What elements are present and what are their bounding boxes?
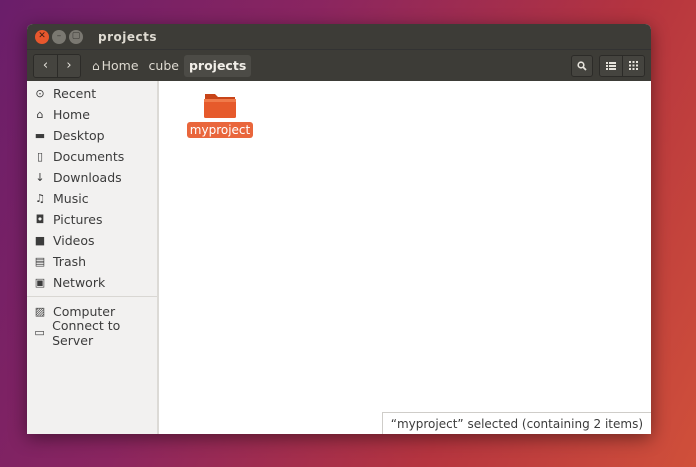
document-icon: ▯	[36, 150, 44, 163]
sidebar-item-connect-to-server[interactable]: ▭ Connect to Server	[27, 318, 158, 348]
sidebar-item-label: Home	[53, 107, 90, 122]
sidebar-item-label: Downloads	[53, 170, 122, 185]
view-toggle	[599, 54, 645, 77]
breadcrumb-label: Home	[101, 58, 139, 73]
grid-view-button[interactable]	[622, 55, 644, 76]
computer-icon: ▨	[34, 305, 46, 318]
sidebar-item-pictures[interactable]: ◘ Pictures	[27, 209, 158, 230]
sidebar-item-documents[interactable]: ▯ Documents	[27, 146, 158, 167]
sidebar-item-label: Documents	[53, 149, 125, 164]
minimize-icon: –	[56, 31, 62, 41]
maximize-button[interactable]: ▢	[69, 29, 83, 44]
close-button[interactable]: ✕	[35, 29, 49, 44]
maximize-icon: ▢	[71, 31, 81, 41]
status-text: “myproject” selected (containing 2 items…	[390, 416, 643, 431]
download-icon: ↓	[35, 171, 45, 184]
sidebar-item-desktop[interactable]: ▬ Desktop	[27, 125, 158, 146]
home-icon: ⌂	[36, 108, 44, 121]
list-icon	[606, 61, 616, 70]
folder-item[interactable]: myproject	[186, 91, 254, 138]
sidebar-item-home[interactable]: ⌂ Home	[27, 104, 158, 125]
breadcrumb-home[interactable]: ⌂ Home	[87, 55, 144, 77]
trash-icon: ▤	[34, 255, 46, 268]
sidebar-item-label: Trash	[53, 254, 87, 269]
home-icon: ⌂	[92, 58, 100, 73]
chevron-left-icon: ‹	[42, 58, 49, 73]
window-title: projects	[98, 29, 157, 44]
sidebar-item-label: Connect to Server	[52, 317, 121, 348]
file-view[interactable]: myproject “myproject” selected (containi…	[159, 81, 651, 434]
folder-icon	[204, 94, 236, 118]
camera-icon: ◘	[35, 213, 45, 226]
breadcrumb-label: projects	[188, 58, 247, 73]
search-icon	[577, 60, 587, 71]
server-icon: ▭	[34, 326, 45, 339]
sidebar-item-label: Videos	[53, 233, 95, 248]
clock-icon: ⊙	[35, 87, 45, 100]
folder-icon: ▬	[34, 129, 46, 142]
breadcrumb-projects[interactable]: projects	[183, 54, 252, 77]
back-button[interactable]: ‹	[34, 54, 57, 77]
toolbar: ‹ › ⌂ Home cube projects	[27, 49, 651, 81]
sidebar-item-label: Desktop	[53, 128, 105, 143]
sidebar-item-label: Network	[53, 275, 106, 290]
network-icon: ▣	[34, 276, 46, 289]
title-bar[interactable]: ✕ – ▢ projects	[27, 24, 651, 49]
grid-icon	[629, 61, 638, 70]
file-manager-window: ✕ – ▢ projects ‹ › ⌂ Home cube projects	[27, 24, 651, 434]
breadcrumb: ⌂ Home cube projects	[87, 54, 252, 77]
sidebar-item-label: Recent	[53, 86, 97, 101]
sidebar-item-videos[interactable]: ■ Videos	[27, 230, 158, 251]
video-icon: ■	[34, 234, 46, 247]
search-button[interactable]	[571, 54, 593, 77]
folder-name: myproject	[186, 122, 254, 138]
breadcrumb-label: cube	[148, 58, 179, 73]
sidebar-item-label: Music	[53, 191, 89, 206]
main-area: ⊙ Recent ⌂ Home ▬ Desktop ▯ Documents ↓ …	[27, 81, 651, 434]
sidebar-item-network[interactable]: ▣ Network	[27, 272, 158, 293]
close-icon: ✕	[38, 31, 46, 41]
status-bar: “myproject” selected (containing 2 items…	[381, 412, 651, 434]
list-view-button[interactable]	[600, 55, 622, 76]
minimize-button[interactable]: –	[52, 29, 66, 44]
sidebar-item-downloads[interactable]: ↓ Downloads	[27, 167, 158, 188]
sidebar-item-recent[interactable]: ⊙ Recent	[27, 83, 158, 104]
history-nav: ‹ ›	[33, 53, 81, 78]
sidebar: ⊙ Recent ⌂ Home ▬ Desktop ▯ Documents ↓ …	[27, 81, 159, 434]
breadcrumb-cube[interactable]: cube	[144, 55, 184, 77]
sidebar-item-label: Pictures	[53, 212, 103, 227]
sidebar-item-trash[interactable]: ▤ Trash	[27, 251, 158, 272]
sidebar-item-music[interactable]: ♫ Music	[27, 188, 158, 209]
sidebar-separator	[27, 296, 158, 297]
chevron-right-icon: ›	[66, 58, 72, 73]
music-icon: ♫	[35, 192, 45, 205]
forward-button[interactable]: ›	[57, 54, 80, 77]
